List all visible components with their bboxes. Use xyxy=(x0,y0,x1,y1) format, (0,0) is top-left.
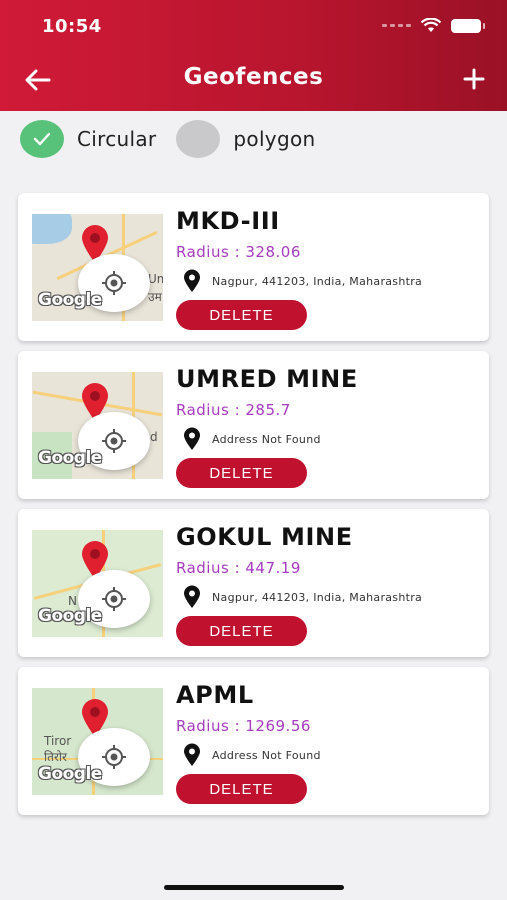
delete-button[interactable]: DELETE xyxy=(176,300,307,330)
add-geofence-button[interactable] xyxy=(457,62,491,96)
map-thumbnail[interactable]: N Google xyxy=(32,530,163,637)
geofence-info: GOKUL MINE Radius : 447.19 Nagpur, 44120… xyxy=(176,523,476,646)
plus-icon xyxy=(463,68,485,90)
geofence-name: APML xyxy=(176,681,254,709)
google-logo: Google xyxy=(38,606,102,626)
battery-icon xyxy=(451,18,485,33)
geofence-radius: Radius : 447.19 xyxy=(176,559,301,577)
app-header: 10:54 Geofences xyxy=(0,0,507,111)
geofence-card[interactable]: Tiror तिरोर Google APML Radius : 1269.56 xyxy=(18,667,489,815)
crosshair-icon xyxy=(102,587,126,611)
map-label: d xyxy=(150,430,158,444)
geofence-type-selector: Circular polygon xyxy=(20,120,335,158)
geofence-address: Address Not Found xyxy=(176,742,476,768)
location-pin-icon xyxy=(184,743,200,766)
geofence-address: Nagpur, 441203, India, Maharashtra xyxy=(176,268,476,294)
google-logo: Google xyxy=(38,290,102,310)
polygon-radio[interactable] xyxy=(176,120,221,158)
check-icon xyxy=(33,132,51,146)
geofence-radius: Radius : 285.7 xyxy=(176,401,291,419)
wifi-icon xyxy=(421,18,441,32)
geofence-list: Um उम Google MKD-III Radius : 328.06 Nag… xyxy=(18,193,489,825)
geofence-card[interactable]: d Google UMRED MINE Radius : 285.7 Addre… xyxy=(18,351,489,499)
google-logo: Google xyxy=(38,448,102,468)
map-thumbnail[interactable]: Tiror तिरोर Google xyxy=(32,688,163,795)
geofence-radius: Radius : 1269.56 xyxy=(176,717,311,735)
crosshair-icon xyxy=(102,745,126,769)
page-title: Geofences xyxy=(183,64,324,90)
geofence-name: GOKUL MINE xyxy=(176,523,353,551)
geofence-name: UMRED MINE xyxy=(176,365,358,393)
location-pin-icon xyxy=(184,427,200,450)
geofence-radius: Radius : 328.06 xyxy=(176,243,301,261)
polygon-label[interactable]: polygon xyxy=(233,127,315,151)
geofence-name: MKD-III xyxy=(176,207,280,235)
location-pin-icon xyxy=(184,269,200,292)
crosshair-icon xyxy=(102,271,126,295)
geofence-card[interactable]: Um उम Google MKD-III Radius : 328.06 Nag… xyxy=(18,193,489,341)
geofence-info: APML Radius : 1269.56 Address Not Found … xyxy=(176,681,476,804)
geofence-address: Nagpur, 441203, India, Maharashtra xyxy=(176,584,476,610)
map-label: उम xyxy=(148,290,162,304)
delete-button[interactable]: DELETE xyxy=(176,458,307,488)
geofence-card[interactable]: N Google GOKUL MINE Radius : 447.19 Nagp… xyxy=(18,509,489,657)
google-logo: Google xyxy=(38,764,102,784)
map-label: Tiror xyxy=(44,734,72,748)
address-text: Address Not Found xyxy=(212,748,321,762)
status-time: 10:54 xyxy=(42,16,102,37)
map-thumbnail[interactable]: Um उम Google xyxy=(32,214,163,321)
signal-icon xyxy=(382,24,411,27)
circular-label[interactable]: Circular xyxy=(77,127,156,151)
crosshair-icon xyxy=(102,429,126,453)
geofence-address: Address Not Found xyxy=(176,426,476,452)
map-label: Um xyxy=(148,272,163,286)
address-text: Nagpur, 441203, India, Maharashtra xyxy=(212,590,423,604)
geofence-info: MKD-III Radius : 328.06 Nagpur, 441203, … xyxy=(176,207,476,330)
address-text: Address Not Found xyxy=(212,432,321,446)
map-thumbnail[interactable]: d Google xyxy=(32,372,163,479)
address-text: Nagpur, 441203, India, Maharashtra xyxy=(212,274,423,288)
delete-button[interactable]: DELETE xyxy=(176,616,307,646)
home-indicator[interactable] xyxy=(164,885,344,890)
map-label: तिरोर xyxy=(44,750,67,764)
geofence-info: UMRED MINE Radius : 285.7 Address Not Fo… xyxy=(176,365,476,488)
circular-radio[interactable] xyxy=(20,120,64,158)
location-pin-icon xyxy=(184,585,200,608)
delete-button[interactable]: DELETE xyxy=(176,774,307,804)
status-icons xyxy=(382,18,485,33)
